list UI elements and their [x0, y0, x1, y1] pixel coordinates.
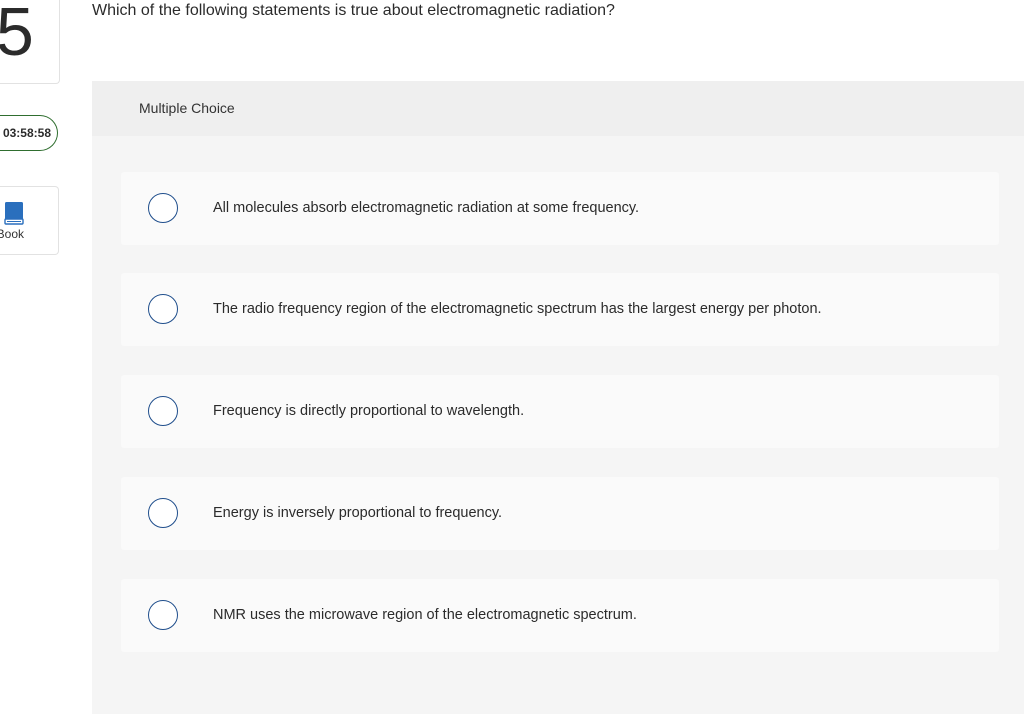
choice-text: The radio frequency region of the electr… — [213, 301, 822, 317]
book-icon — [4, 202, 24, 225]
radio-button[interactable] — [148, 396, 178, 426]
radio-button[interactable] — [148, 193, 178, 223]
ebook-label: eBook — [0, 227, 25, 241]
choice-text: Frequency is directly proportional to wa… — [213, 403, 525, 419]
timer-badge: 03:58:58 — [0, 115, 58, 151]
choice-option[interactable]: NMR uses the microwave region of the ele… — [121, 579, 999, 652]
choice-option[interactable]: The radio frequency region of the electr… — [121, 273, 999, 346]
answer-type-header: Multiple Choice — [92, 81, 1024, 136]
answer-panel: Multiple Choice All molecules absorb ele… — [92, 81, 1024, 714]
choice-option[interactable]: Frequency is directly proportional to wa… — [121, 375, 999, 448]
radio-button[interactable] — [148, 600, 178, 630]
choice-text: All molecules absorb electromagnetic rad… — [213, 200, 640, 216]
choice-option[interactable]: All molecules absorb electromagnetic rad… — [121, 172, 999, 245]
question-prompt: Which of the following statements is tru… — [92, 2, 615, 19]
choice-text: NMR uses the microwave region of the ele… — [213, 607, 637, 623]
radio-button[interactable] — [148, 498, 178, 528]
choice-text: Energy is inversely proportional to freq… — [213, 505, 503, 521]
question-number: 5 — [0, 0, 34, 70]
choice-option[interactable]: Energy is inversely proportional to freq… — [121, 477, 999, 550]
radio-button[interactable] — [148, 294, 178, 324]
answer-type-label: Multiple Choice — [139, 100, 235, 116]
ebook-button[interactable]: eBook — [0, 186, 59, 255]
